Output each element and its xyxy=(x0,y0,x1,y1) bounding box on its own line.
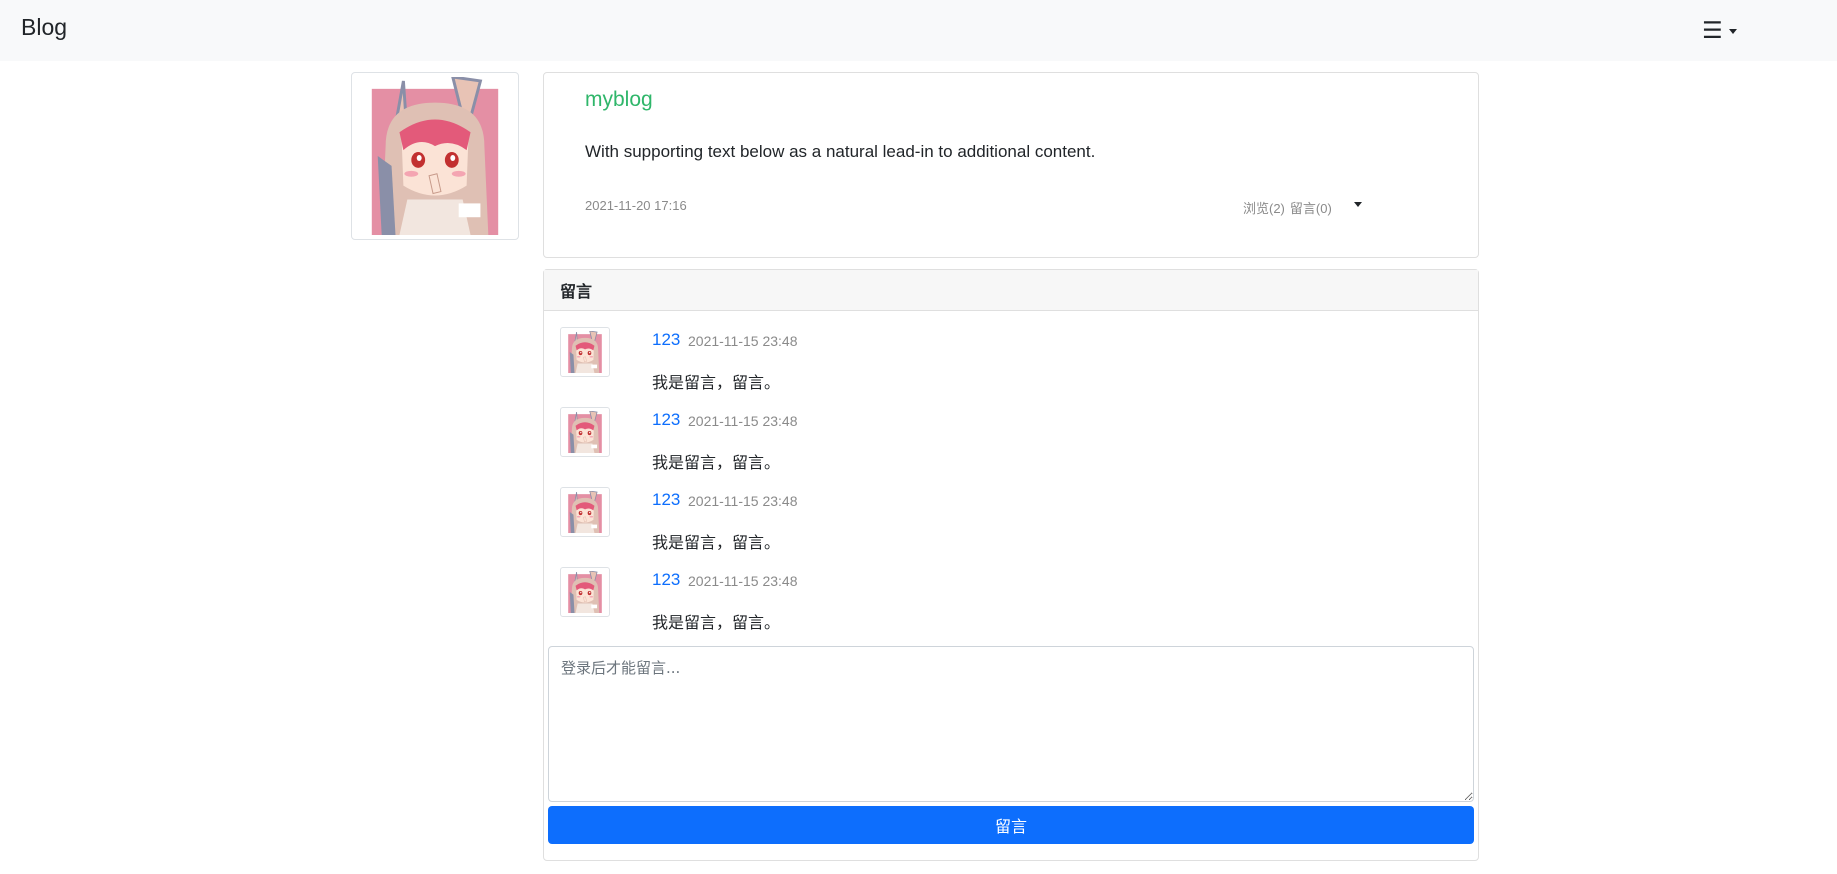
post-text: With supporting text below as a natural … xyxy=(585,142,1096,161)
post-date: 2021-11-20 17:16 xyxy=(585,198,687,213)
post-stats: 浏览(2) 留言(0) xyxy=(1243,198,1337,217)
comment-username[interactable]: 123 xyxy=(652,410,680,430)
hamburger-menu-icon: ☰ xyxy=(1702,16,1723,43)
comment-item: 123 2021-11-15 23:48 我是留言，留言。 xyxy=(560,567,1460,637)
post-comments-count: 留言(0) xyxy=(1289,201,1332,216)
comment-username[interactable]: 123 xyxy=(652,490,680,510)
comment-input[interactable] xyxy=(548,646,1474,802)
comment-timestamp: 2021-11-15 23:48 xyxy=(688,333,798,349)
post-views-count: 浏览(2) xyxy=(1243,201,1285,216)
comment-timestamp: 2021-11-15 23:48 xyxy=(688,573,798,589)
menu-dropdown-toggle[interactable]: ☰ xyxy=(1702,15,1750,45)
author-avatar xyxy=(351,72,519,240)
comment-timestamp: 2021-11-15 23:48 xyxy=(688,493,798,509)
commenter-avatar xyxy=(560,487,610,537)
author-avatar-image xyxy=(356,77,514,235)
commenter-avatar xyxy=(560,567,610,617)
post-options-caret-icon[interactable] xyxy=(1354,202,1362,207)
commenter-avatar xyxy=(560,327,610,377)
comment-text: 我是留言，留言。 xyxy=(652,615,781,632)
commenter-avatar-image xyxy=(564,491,606,533)
comment-text: 我是留言，留言。 xyxy=(652,535,781,552)
brand-logo[interactable]: Blog xyxy=(21,14,67,41)
post-card: myblog With supporting text below as a n… xyxy=(543,72,1479,258)
comment-username[interactable]: 123 xyxy=(652,570,680,590)
comment-item: 123 2021-11-15 23:48 我是留言，留言。 xyxy=(560,407,1460,477)
comments-card: 留言 123 2021-11-15 23:48 我是留言，留言。 123 202… xyxy=(543,269,1479,861)
commenter-avatar-image xyxy=(564,411,606,453)
comment-item: 123 2021-11-15 23:48 我是留言，留言。 xyxy=(560,327,1460,397)
top-navbar: Blog ☰ xyxy=(0,0,1837,61)
comment-item: 123 2021-11-15 23:48 我是留言，留言。 xyxy=(560,487,1460,557)
commenter-avatar-image xyxy=(564,571,606,613)
post-title[interactable]: myblog xyxy=(585,88,653,112)
comments-header: 留言 xyxy=(544,270,1478,311)
comment-username[interactable]: 123 xyxy=(652,330,680,350)
comment-text: 我是留言，留言。 xyxy=(652,455,781,472)
submit-comment-button[interactable]: 留言 xyxy=(548,806,1474,844)
commenter-avatar xyxy=(560,407,610,457)
commenter-avatar-image xyxy=(564,331,606,373)
caret-down-icon xyxy=(1728,29,1737,34)
comment-timestamp: 2021-11-15 23:48 xyxy=(688,413,798,429)
comment-text: 我是留言，留言。 xyxy=(652,375,781,392)
